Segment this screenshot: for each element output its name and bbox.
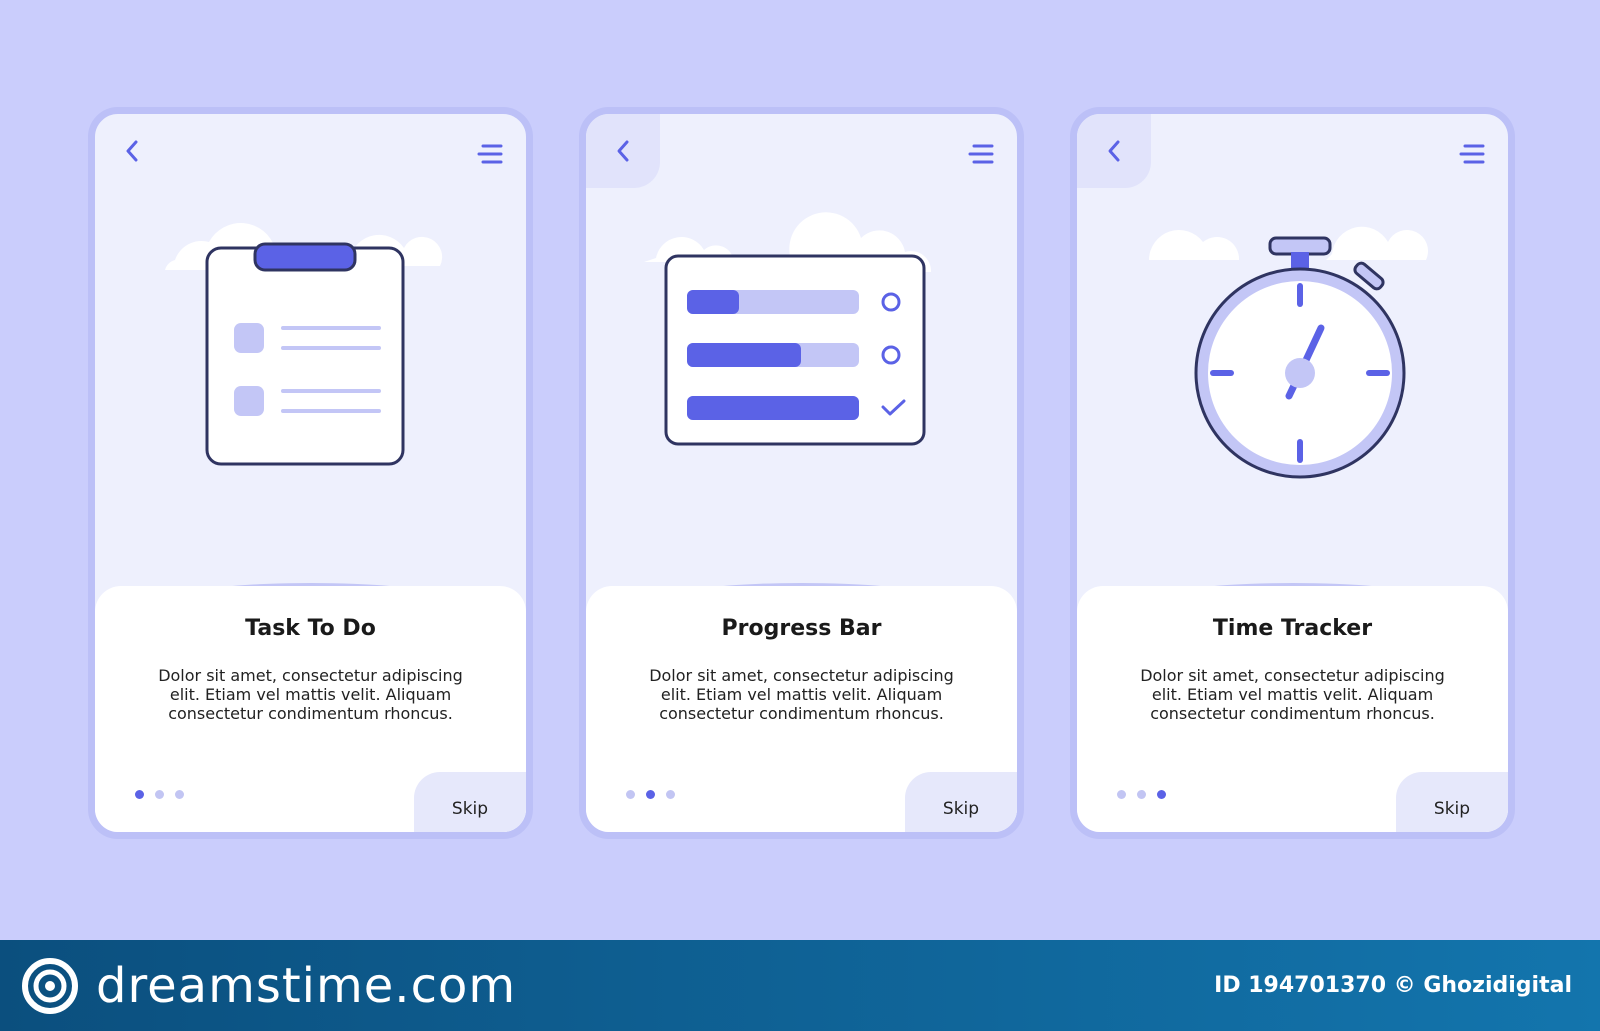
dreamstime-logo: dreamstime.com [22,958,516,1014]
back-button[interactable] [95,114,169,188]
illustration-area [95,188,526,648]
stopwatch-icon [1194,236,1406,479]
illustration-area [1077,188,1508,648]
hamburger-menu-icon [1459,144,1485,164]
pagination-dot-3[interactable] [1157,790,1166,799]
pagination-dot-3[interactable] [666,790,675,799]
onboarding-screen-task-to-do: Task To Do Dolor sit amet, consectetur a… [88,107,533,839]
menu-button[interactable] [1454,136,1490,172]
onboarding-screen-time-tracker: Time Tracker Dolor sit amet, consectetur… [1070,107,1515,839]
onboarding-stage: Task To Do Dolor sit amet, consectetur a… [0,0,1600,940]
skip-button[interactable]: Skip [414,772,526,832]
content-card: Time Tracker Dolor sit amet, consectetur… [1077,586,1508,832]
image-id-credit: ID 194701370 © Ghozidigital [1214,973,1572,998]
pagination-dot-1[interactable] [1117,790,1126,799]
onboarding-screen-progress-bar: Progress Bar Dolor sit amet, consectetur… [579,107,1024,839]
back-button[interactable] [586,114,660,188]
skip-button[interactable]: Skip [1396,772,1508,832]
chevron-left-icon [1108,140,1120,162]
pagination-dot-2[interactable] [155,790,164,799]
menu-button[interactable] [963,136,999,172]
screen-title: Time Tracker [1212,616,1373,641]
screen-description: Dolor sit amet, consectetur adipiscing e… [1140,666,1445,723]
pagination-dots [135,790,184,799]
content-card: Task To Do Dolor sit amet, consectetur a… [95,586,526,832]
pagination-dots [1117,790,1166,799]
clipboard-checklist-icon [205,242,405,466]
skip-button[interactable]: Skip [905,772,1017,832]
screen-title: Progress Bar [721,616,882,641]
illustration-area [586,188,1017,648]
pagination-dot-2[interactable] [1137,790,1146,799]
watermark-footer: dreamstime.com ID 194701370 © Ghozidigit… [0,940,1600,1031]
progress-bars-icon [664,254,926,446]
dreamstime-logo-text: dreamstime.com [96,958,517,1014]
chevron-left-icon [617,140,629,162]
hamburger-menu-icon [968,144,994,164]
pagination-dot-3[interactable] [175,790,184,799]
chevron-left-icon [126,140,138,162]
pagination-dot-1[interactable] [135,790,144,799]
screen-description: Dolor sit amet, consectetur adipiscing e… [649,666,954,723]
pagination-dot-1[interactable] [626,790,635,799]
content-card: Progress Bar Dolor sit amet, consectetur… [586,586,1017,832]
pagination-dots [626,790,675,799]
dreamstime-swirl-icon [22,958,78,1014]
menu-button[interactable] [472,136,508,172]
hamburger-menu-icon [477,144,503,164]
back-button[interactable] [1077,114,1151,188]
screen-description: Dolor sit amet, consectetur adipiscing e… [158,666,463,723]
screen-title: Task To Do [245,616,376,641]
pagination-dot-2[interactable] [646,790,655,799]
